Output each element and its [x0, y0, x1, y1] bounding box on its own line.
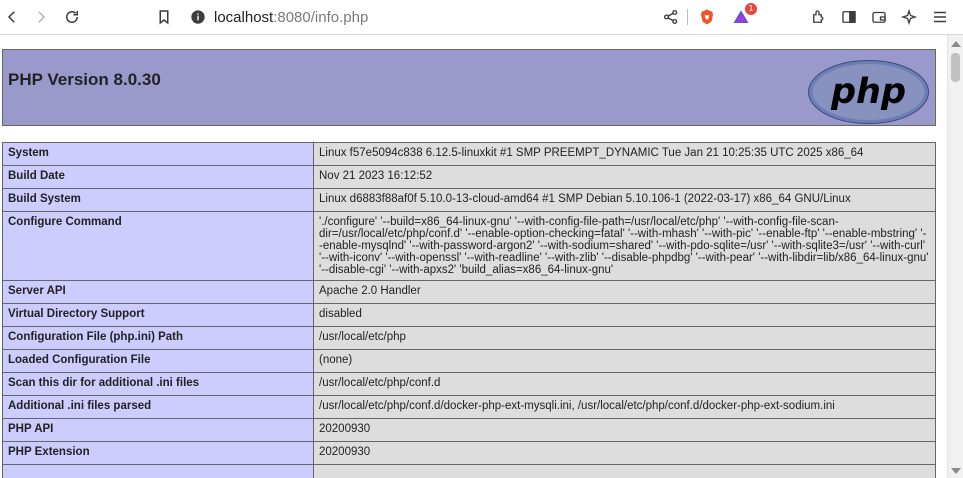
vertical-scrollbar[interactable] [947, 35, 963, 478]
row-value: Apache 2.0 Handler [313, 280, 936, 304]
table-row: System Linux f57e5094c838 6.12.5-linuxkit… [2, 142, 936, 166]
table-row: Build System Linux d6883f88af0f 5.10.0-13… [2, 188, 936, 212]
row-label: Scan this dir for additional .ini files [2, 372, 314, 396]
table-row [2, 464, 936, 478]
bookmark-icon[interactable] [152, 5, 176, 29]
table-row: Scan this dir for additional .ini files /… [2, 372, 936, 396]
scroll-thumb[interactable] [951, 53, 960, 82]
sidebar-icon[interactable] [837, 5, 861, 29]
table-row: Build Date Nov 21 2023 16:12:52 [2, 165, 936, 189]
row-label: Virtual Directory Support [2, 303, 314, 327]
table-row: PHP API 20200930 [2, 418, 936, 442]
row-value: /usr/local/etc/php [313, 326, 936, 350]
php-logo: php [808, 60, 929, 124]
url-path: :8080/info.php [273, 8, 369, 26]
row-value: Linux f57e5094c838 6.12.5-linuxkit #1 SM… [313, 142, 936, 166]
row-label: PHP Extension [2, 441, 314, 465]
notification-badge: 1 [745, 3, 757, 15]
address-bar[interactable]: localhost:8080/info.php [190, 5, 368, 29]
page-content: PHP Version 8.0.30 php System Linux f57e5… [0, 35, 947, 478]
row-label: Build Date [2, 165, 314, 189]
url-host: localhost [214, 8, 274, 26]
back-icon[interactable] [0, 5, 24, 29]
row-label: Build System [2, 188, 314, 212]
browser-toolbar: localhost:8080/info.php 1 [0, 0, 963, 35]
php-version-header: PHP Version 8.0.30 php [2, 49, 936, 126]
menu-icon[interactable] [928, 5, 952, 29]
row-label: Loaded Configuration File [2, 349, 314, 373]
row-value: (none) [313, 349, 936, 373]
row-label: Configure Command [2, 211, 314, 281]
leo-ai-icon[interactable] [897, 5, 921, 29]
row-label: Server API [2, 280, 314, 304]
reload-icon[interactable] [60, 5, 84, 29]
brave-shields-icon[interactable] [695, 5, 719, 29]
scroll-up-arrow-icon[interactable] [951, 41, 961, 47]
row-value: /usr/local/etc/php/conf.d/docker-php-ext… [313, 395, 936, 419]
share-icon[interactable] [659, 5, 683, 29]
table-row: Virtual Directory Support disabled [2, 303, 936, 327]
row-value [313, 464, 936, 478]
brave-rewards-icon[interactable]: 1 [729, 3, 757, 29]
table-row: Loaded Configuration File (none) [2, 349, 936, 373]
table-row: Configuration File (php.ini) Path/usr/lo… [2, 326, 936, 350]
row-value: 20200930 [313, 418, 936, 442]
row-value: /usr/local/etc/php/conf.d [313, 372, 936, 396]
scroll-down-arrow-icon[interactable] [951, 468, 961, 474]
row-label: PHP API [2, 418, 314, 442]
table-row: Additional .ini files parsed/usr/local/e… [2, 395, 936, 419]
site-info-icon[interactable] [190, 9, 214, 25]
wallet-icon[interactable] [867, 5, 891, 29]
toolbar-separator [687, 9, 688, 25]
forward-icon[interactable] [29, 5, 53, 29]
page-title: PHP Version 8.0.30 [8, 70, 161, 89]
info-table: System Linux f57e5094c838 6.12.5-linuxkit… [2, 142, 936, 478]
table-row: PHP Extension 20200930 [2, 441, 936, 465]
row-label: Configuration File (php.ini) Path [2, 326, 314, 350]
row-label: Additional .ini files parsed [2, 395, 314, 419]
table-row: Configure Command './configure' '--build=… [2, 211, 936, 281]
row-label [2, 464, 314, 478]
row-label: System [2, 142, 314, 166]
row-value: disabled [313, 303, 936, 327]
row-value: './configure' '--build=x86_64-linux-gnu'… [313, 211, 936, 281]
php-logo-text: php [830, 72, 906, 112]
extensions-icon[interactable] [807, 5, 831, 29]
row-value: 20200930 [313, 441, 936, 465]
row-value: Linux d6883f88af0f 5.10.0-13-cloud-amd64… [313, 188, 936, 212]
row-value: Nov 21 2023 16:12:52 [313, 165, 936, 189]
table-row: Server API Apache 2.0 Handler [2, 280, 936, 304]
